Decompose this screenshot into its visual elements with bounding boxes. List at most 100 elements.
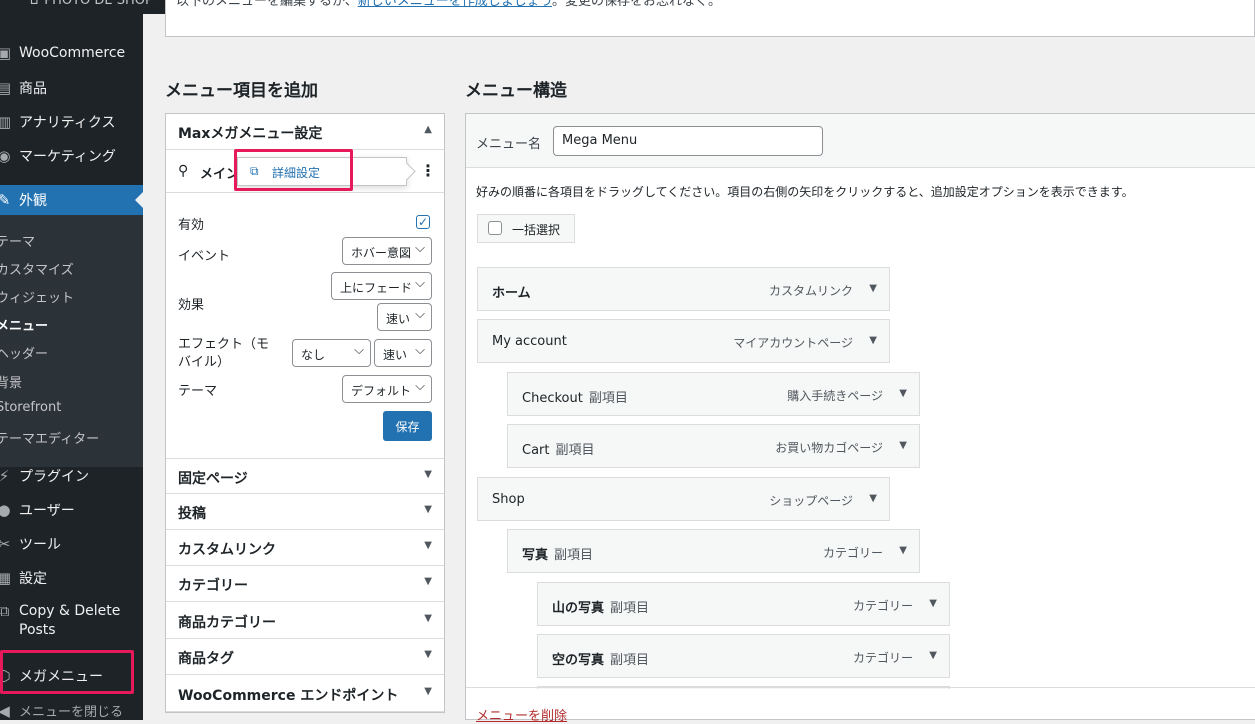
submenu-item-theme-editor[interactable]: テーマエディター	[0, 428, 99, 447]
arrow-down-icon[interactable]: ▼	[869, 283, 877, 294]
theme-select[interactable]: デフォルト ⌵	[342, 375, 432, 403]
sidebar-item-label: ユーザー	[19, 503, 75, 519]
accordion-title: カスタムリンク	[178, 542, 276, 558]
add-menu-items-heading: メニュー項目を追加	[165, 81, 318, 101]
sidebar-item-tools[interactable]: ✂ ツール	[0, 534, 143, 554]
submenu-item-customize[interactable]: カスタマイズ	[0, 259, 74, 278]
accordion-title: 投稿	[178, 506, 206, 522]
accordion-title: 商品タグ	[178, 651, 234, 667]
menu-item-type: お買い物カゴページ	[775, 441, 883, 455]
highlight-box-advanced-settings	[234, 149, 353, 191]
sidebar-item-products[interactable]: ▤ 商品	[0, 78, 143, 98]
bulk-select-label: 一括選択	[512, 223, 561, 237]
arrow-down-icon[interactable]: ▼	[869, 493, 877, 504]
menu-name-input[interactable]: Mega Menu	[553, 126, 823, 156]
submenu-item-widgets[interactable]: ウィジェット	[0, 287, 74, 306]
sidebar-item-marketing[interactable]: ◉ マーケティング	[0, 146, 143, 166]
accordion-pages[interactable]: 固定ページ ▼	[166, 458, 444, 494]
accordion-posts[interactable]: 投稿 ▼	[166, 494, 444, 530]
chevron-down-icon: ⌵	[415, 241, 425, 256]
arrow-down-icon[interactable]: ▼	[899, 388, 907, 399]
notice-prefix: 以下のメニューを編集するか、	[176, 0, 358, 9]
menu-item-my-account[interactable]: My account マイアカウントページ ▼	[477, 319, 890, 363]
event-select-value: ホバー意図	[351, 246, 412, 260]
chevron-down-icon: ⌵	[415, 307, 425, 322]
submenu-item-storefront[interactable]: Storefront	[0, 400, 61, 415]
submenu-item-menus[interactable]: メニュー	[0, 315, 48, 334]
products-icon: ▤	[0, 79, 12, 97]
submenu-item-background[interactable]: 背景	[0, 372, 22, 391]
sidebar-item-appearance[interactable]: ✎ 外観	[0, 185, 143, 215]
accordion-maxmega-settings[interactable]: Maxメガメニュー設定 ▲	[166, 114, 444, 150]
arrow-down-icon[interactable]: ▼	[869, 335, 877, 346]
arrow-down-icon[interactable]: ▼	[929, 598, 937, 609]
accordion-title: 商品カテゴリー	[178, 615, 276, 631]
menu-item-subitem-label: 副項目	[588, 391, 628, 406]
sidebar-item-analytics[interactable]: ▥ アナリティクス	[0, 112, 143, 132]
menu-item-sky-photos[interactable]: 空の写真 副項目 カテゴリー ▼	[537, 634, 950, 678]
accordion-title: 固定ページ	[178, 471, 248, 487]
delete-menu-link[interactable]: メニューを削除	[476, 705, 567, 724]
menu-item-title: ホーム	[492, 286, 531, 301]
menu-item-subitem-label: 副項目	[555, 443, 595, 458]
woo-icon: ▣	[0, 44, 12, 62]
highlight-box-megamenu	[0, 650, 134, 694]
sidebar-item-woocommerce[interactable]: ▣ WooCommerce	[0, 44, 143, 62]
sidebar-item-label: 商品	[19, 81, 47, 97]
theme-select-value: デフォルト	[351, 384, 412, 398]
menu-item-cart[interactable]: Cart 副項目 お買い物カゴページ ▼	[507, 424, 920, 468]
create-new-menu-link[interactable]: 新しいメニューを作成しましょう	[358, 0, 552, 9]
sidebar-item-plugins[interactable]: ⚡ プラグイン	[0, 466, 143, 486]
save-button[interactable]: 保存	[383, 411, 432, 441]
accordion-custom-links[interactable]: カスタムリンク ▼	[166, 530, 444, 566]
event-select[interactable]: ホバー意図 ⌵	[342, 237, 432, 265]
enabled-checkbox[interactable]: ✓	[416, 215, 430, 229]
submenu-item-header[interactable]: ヘッダー	[0, 343, 48, 362]
effect-select[interactable]: 上にフェード ⌵	[331, 272, 432, 300]
accordion-categories[interactable]: カテゴリー ▼	[166, 566, 444, 602]
more-vertical-icon[interactable]: ⋮	[420, 161, 436, 180]
sidebar-item-label: ツール	[19, 537, 61, 553]
sidebar-item-copy-delete-posts[interactable]: ⧉ Copy & Delete Posts	[0, 602, 143, 640]
copy-icon: ⧉	[0, 602, 10, 620]
bulk-select-toggle[interactable]: 一括選択	[477, 214, 575, 243]
site-name-link[interactable]: ⌂ PHOTO DE SHOP	[30, 0, 153, 8]
marketing-icon: ◉	[0, 147, 11, 165]
sidebar-item-users[interactable]: ● ユーザー	[0, 500, 143, 520]
arrow-down-icon[interactable]: ▼	[899, 545, 907, 556]
arrow-down-icon: ▼	[424, 613, 432, 624]
accordion-woocommerce-endpoints[interactable]: WooCommerce エンドポイント ▼	[166, 676, 444, 712]
bulk-select-checkbox[interactable]	[488, 221, 502, 235]
arrow-down-icon: ▼	[424, 504, 432, 515]
collapse-menu-button[interactable]: ◀ メニューを閉じる	[0, 701, 143, 721]
sidebar-item-label: Copy & Delete Posts	[19, 602, 120, 640]
menu-item-title: Checkout	[522, 391, 583, 406]
mobile-effect-select[interactable]: なし ⌵	[292, 339, 371, 367]
mobile-effect-speed-value: 速い	[383, 348, 408, 362]
arrow-down-icon[interactable]: ▼	[899, 440, 907, 451]
effect-speed-select[interactable]: 速い ⌵	[377, 303, 432, 331]
menu-item-checkout[interactable]: Checkout 副項目 購入手続きページ ▼	[507, 372, 920, 416]
menu-item-title: Shop	[492, 492, 525, 507]
mobile-effect-speed-select[interactable]: 速い ⌵	[374, 339, 432, 367]
sidebar-item-label: プラグイン	[19, 469, 89, 485]
arrow-down-icon[interactable]: ▼	[929, 650, 937, 661]
menu-item-subitem-label: 副項目	[554, 548, 594, 563]
menu-edit-notice: 以下のメニューを編集するか、新しいメニューを作成しましょう。変更の保存をお忘れな…	[165, 0, 1255, 37]
location-pin-icon: ⚲	[178, 163, 189, 179]
submenu-item-themes[interactable]: テーマ	[0, 231, 35, 250]
menu-item-photos[interactable]: 写真 副項目 カテゴリー ▼	[507, 529, 920, 573]
menu-item-type: カテゴリー	[852, 599, 913, 613]
menu-item-title: Cart	[522, 443, 550, 458]
accordion-product-categories[interactable]: 商品カテゴリー ▼	[166, 603, 444, 639]
sidebar-item-settings[interactable]: ▦ 設定	[0, 568, 143, 588]
menu-item-title: 空の写真	[552, 653, 605, 668]
enabled-label: 有効	[178, 218, 205, 233]
notice-suffix: 。変更の保存をお忘れなく。	[551, 0, 721, 9]
menu-item-shop[interactable]: Shop ショップページ ▼	[477, 477, 890, 521]
menu-name-label: メニュー名	[476, 137, 542, 152]
accordion-product-tags[interactable]: 商品タグ ▼	[166, 639, 444, 675]
menu-item-home[interactable]: ホーム カスタムリンク ▼	[477, 267, 890, 311]
admin-sidebar: ▣ WooCommerce ▤ 商品 ▥ アナリティクス ◉ マーケティング ✎…	[0, 14, 143, 720]
menu-item-mountain-photos[interactable]: 山の写真 副項目 カテゴリー ▼	[537, 582, 950, 626]
